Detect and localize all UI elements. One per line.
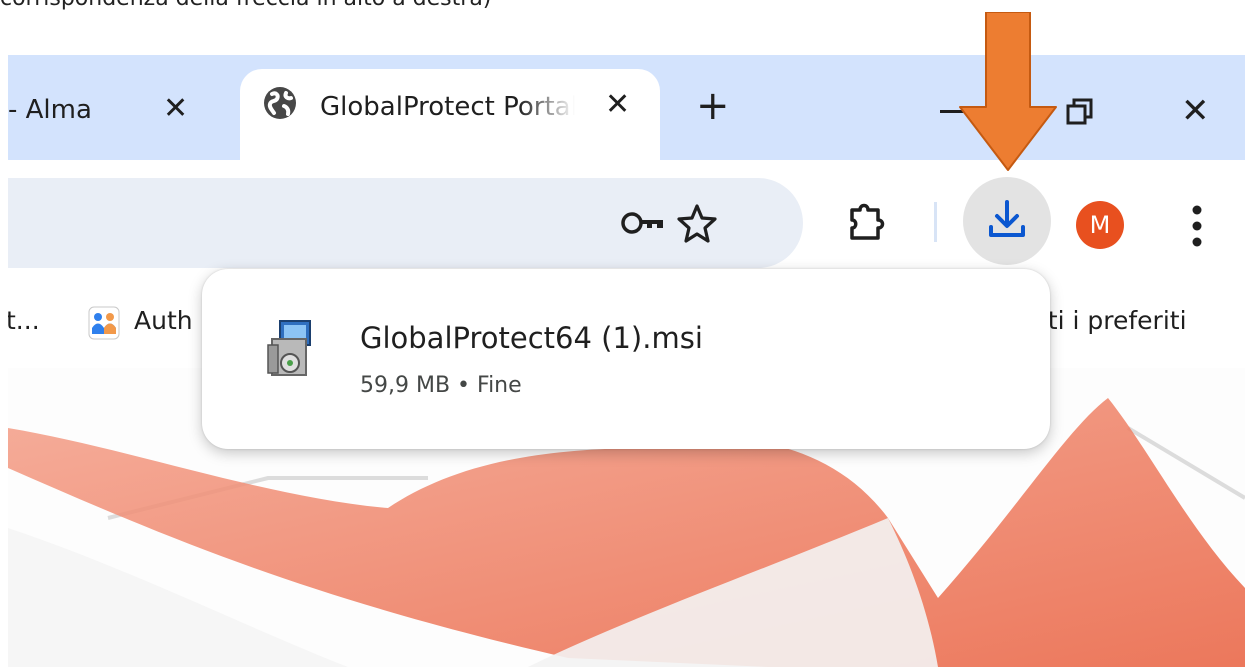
page-caption: corrispondenza della freccia in alto a d… xyxy=(0,0,491,11)
menu-icon[interactable] xyxy=(1191,204,1203,248)
bookmark-truncated[interactable]: t... xyxy=(8,306,40,335)
downloads-button[interactable] xyxy=(963,177,1051,265)
address-bar[interactable] xyxy=(8,178,803,268)
new-tab-button[interactable]: + xyxy=(696,83,730,129)
download-icon xyxy=(989,200,1025,237)
toolbar-divider xyxy=(934,202,937,242)
tab-active-title: GlobalProtect Portal xyxy=(320,92,575,122)
star-icon[interactable] xyxy=(676,202,718,244)
tab-previous-label[interactable]: - Alma xyxy=(8,95,92,125)
download-file-status: 59,9 MB • Fine xyxy=(360,373,522,398)
bookmark-favicon-icon xyxy=(88,306,120,340)
annotation-arrow-icon xyxy=(959,12,1057,171)
toolbar: M xyxy=(8,160,1245,280)
tab-strip: - Alma ✕ GlobalProtect Portal ✕ + ✕ xyxy=(8,55,1245,160)
extensions-icon[interactable] xyxy=(846,200,890,244)
download-file-name[interactable]: GlobalProtect64 (1).msi xyxy=(360,321,703,355)
restore-icon[interactable] xyxy=(1065,97,1095,127)
downloads-popup: GlobalProtect64 (1).msi 59,9 MB • Fine xyxy=(202,269,1050,449)
tab-previous-close-icon[interactable]: ✕ xyxy=(163,91,188,126)
window-close-icon[interactable]: ✕ xyxy=(1181,91,1210,131)
tab-active[interactable]: GlobalProtect Portal ✕ xyxy=(240,69,660,160)
bookmark-auth[interactable]: Auth xyxy=(134,306,193,335)
all-bookmarks-link[interactable]: tti i preferiti xyxy=(1038,306,1187,335)
globe-icon xyxy=(264,87,296,119)
key-icon[interactable] xyxy=(620,206,666,240)
profile-avatar[interactable]: M xyxy=(1076,201,1124,249)
msi-installer-icon[interactable] xyxy=(264,319,320,379)
tab-active-close-icon[interactable]: ✕ xyxy=(605,87,630,122)
